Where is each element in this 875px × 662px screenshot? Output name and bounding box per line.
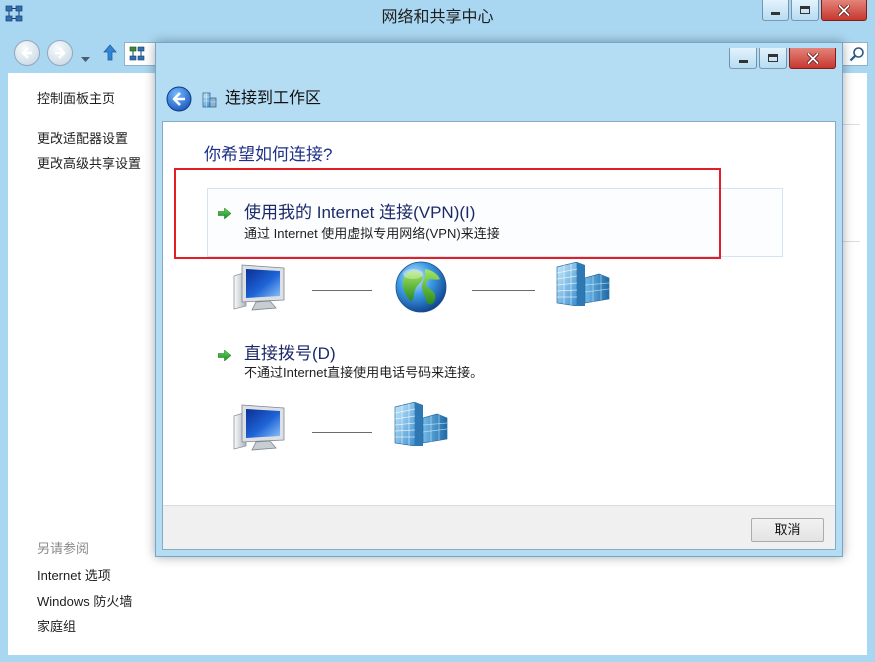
forward-arrow-icon bbox=[55, 47, 66, 59]
minimize-button[interactable] bbox=[762, 0, 789, 21]
connection-line bbox=[472, 290, 535, 291]
dialog-client-area: 你希望如何连接? 使用我的 Internet 连接(VPN)(I) 通过 Int… bbox=[163, 122, 835, 549]
back-button[interactable] bbox=[14, 40, 40, 66]
sidebar-item-homegroup[interactable]: 家庭组 bbox=[37, 619, 76, 635]
forward-button[interactable] bbox=[47, 40, 73, 66]
see-also-heading: 另请参阅 bbox=[37, 541, 90, 556]
option-description: 不通过Internet直接使用电话号码来连接。 bbox=[244, 365, 484, 380]
sidebar-item-control-panel-home[interactable]: 控制面板主页 bbox=[37, 91, 115, 107]
sidebar-item-windows-firewall[interactable]: Windows 防火墙 bbox=[37, 594, 132, 610]
connection-line bbox=[312, 290, 372, 291]
dialog-title: 连接到工作区 bbox=[225, 90, 322, 107]
sidebar-item-internet-options[interactable]: Internet 选项 bbox=[37, 568, 111, 584]
green-arrow-icon bbox=[218, 208, 231, 219]
maximize-button[interactable] bbox=[791, 0, 819, 21]
chevron-down-icon[interactable] bbox=[81, 50, 90, 62]
close-icon bbox=[838, 4, 850, 16]
close-button[interactable] bbox=[821, 0, 867, 21]
up-arrow-icon[interactable] bbox=[103, 44, 117, 61]
dialog-maximize-button[interactable] bbox=[759, 48, 787, 69]
computer-icon bbox=[232, 262, 288, 312]
connection-line bbox=[312, 432, 372, 433]
main-instruction: 你希望如何连接? bbox=[204, 145, 333, 164]
building-icon bbox=[555, 261, 610, 307]
maximize-icon bbox=[800, 6, 810, 14]
search-icon[interactable] bbox=[849, 46, 865, 62]
option-direct-dial[interactable]: 直接拨号(D) 不通过Internet直接使用电话号码来连接。 bbox=[207, 339, 783, 389]
computer-icon bbox=[232, 402, 288, 452]
building-icon bbox=[393, 401, 448, 447]
globe-icon bbox=[395, 261, 447, 313]
network-icon bbox=[129, 46, 145, 62]
minimize-icon bbox=[771, 12, 780, 15]
title-bar: 网络和共享中心 bbox=[0, 0, 875, 36]
green-arrow-icon bbox=[218, 350, 231, 361]
sidebar-item-change-adapter-settings[interactable]: 更改适配器设置 bbox=[37, 131, 128, 147]
connect-to-workplace-dialog: 连接到工作区 你希望如何连接? 使用我的 Internet 连接(VPN)(I)… bbox=[155, 42, 843, 557]
minimize-icon bbox=[738, 60, 748, 63]
maximize-icon bbox=[768, 54, 778, 62]
option-title: 直接拨号(D) bbox=[244, 344, 336, 363]
dialog-content: 你希望如何连接? 使用我的 Internet 连接(VPN)(I) 通过 Int… bbox=[163, 122, 835, 505]
close-icon bbox=[806, 52, 819, 64]
dialog-minimize-button[interactable] bbox=[729, 48, 757, 69]
option-title: 使用我的 Internet 连接(VPN)(I) bbox=[244, 203, 476, 222]
sidebar-item-change-advanced-sharing[interactable]: 更改高级共享设置 bbox=[37, 156, 141, 172]
dialog-close-button[interactable] bbox=[789, 48, 836, 69]
option-description: 通过 Internet 使用虚拟专用网络(VPN)来连接 bbox=[244, 226, 500, 241]
cancel-button[interactable]: 取消 bbox=[751, 518, 824, 542]
window-title: 网络和共享中心 bbox=[381, 9, 494, 26]
dialog-footer: 取消 bbox=[163, 505, 835, 549]
workplace-icon bbox=[201, 91, 218, 108]
back-arrow-icon bbox=[21, 47, 32, 59]
option-vpn-connection[interactable]: 使用我的 Internet 连接(VPN)(I) 通过 Internet 使用虚… bbox=[207, 188, 783, 257]
back-button-icon[interactable] bbox=[166, 86, 192, 112]
